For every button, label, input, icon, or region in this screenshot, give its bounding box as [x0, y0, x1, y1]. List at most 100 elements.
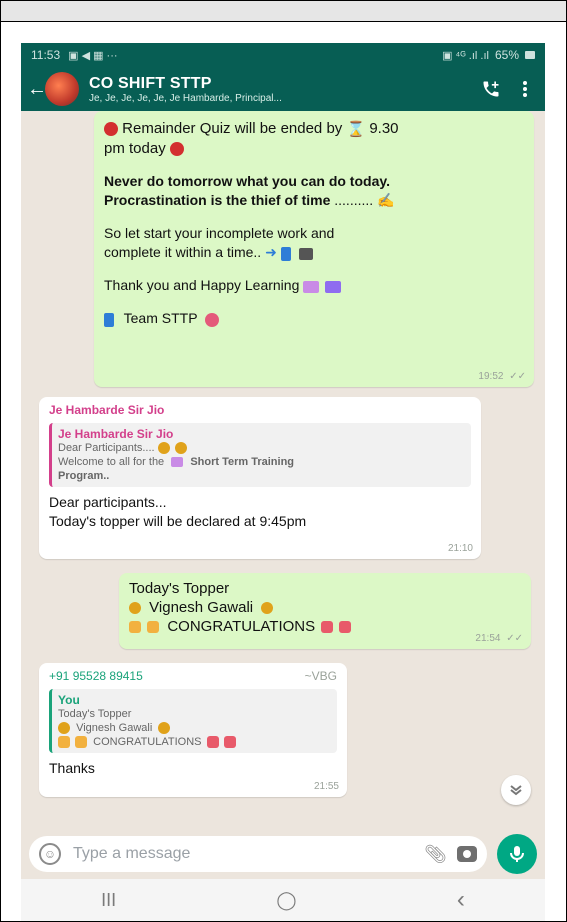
camera-icon[interactable] — [457, 846, 477, 862]
m3-l1: Today's Topper — [129, 580, 230, 597]
m1-p2l2: Procrastination is the thief of time ...… — [104, 191, 524, 211]
medal-icon — [157, 442, 170, 455]
read-ticks-icon: ✓✓ — [509, 371, 526, 382]
add-call-svg — [483, 81, 499, 97]
mic-icon[interactable] — [497, 834, 537, 874]
m4-quote-l2: Vignesh Gawali — [58, 721, 331, 735]
m4-body: Thanks — [49, 760, 95, 776]
medal-icon-m4b — [158, 722, 171, 735]
flower-icon-m4 — [206, 736, 219, 749]
screenshot-frame: 11:53 ▣ ◀ ▦ ··· ▣ ⁴ᴳ .ıl .ıl 65% ← CO SH… — [0, 0, 567, 922]
more-vert-svg — [523, 81, 527, 97]
chat-title: CO SHIFT STTP — [89, 74, 212, 92]
m2-quote-l2: Welcome to all for the Short Term Traini… — [58, 455, 465, 469]
group-avatar[interactable] — [45, 72, 79, 106]
camera-lens — [463, 850, 471, 858]
flower-icon-m4b — [223, 736, 236, 749]
more-vert-icon[interactable] — [511, 80, 539, 98]
chat-area[interactable]: Remainder Quiz will be ended by ⌛ 9.30 p… — [21, 111, 545, 836]
status-bar: 11:53 ▣ ◀ ▦ ··· ▣ ⁴ᴳ .ıl .ıl 65% — [21, 43, 545, 67]
chat-subtitle: Je, Je, Je, Je, Je, Je Hambarde, Princip… — [89, 92, 282, 104]
m2-quoted-message[interactable]: Je Hambarde Sir Jio Dear Participants...… — [49, 423, 471, 487]
message-input[interactable] — [71, 844, 415, 864]
phone-screen: 11:53 ▣ ◀ ▦ ··· ▣ ⁴ᴳ .ıl .ıl 65% ← CO SH… — [21, 43, 545, 921]
rocket-icon — [325, 280, 342, 293]
m3-l2-text: Vignesh Gawali — [149, 599, 254, 616]
red-circle-icon-2 — [169, 141, 184, 156]
add-call-icon[interactable] — [471, 79, 511, 99]
m1-time: 19:52 ✓✓ — [478, 371, 526, 382]
m2-quote-l1: Dear Participants.... — [58, 441, 465, 455]
read-ticks-icon-m3: ✓✓ — [506, 633, 523, 644]
attach-icon[interactable]: 📎︎ — [424, 844, 447, 865]
m4-quote-l3-text: CONGRATULATIONS — [93, 736, 202, 748]
message-input-box[interactable]: ☺ 📎︎ — [29, 836, 487, 872]
m1-line1: Remainder Quiz will be ended by ⌛ 9.30 — [104, 119, 524, 139]
status-left-icons: ▣ ◀ ▦ ··· — [68, 49, 118, 62]
m3-l2: Vignesh Gawali — [129, 598, 521, 617]
m1-para2: Never do tomorrow what you can do today.… — [104, 172, 524, 211]
message-bubble-2[interactable]: Je Hambarde Sir Jio Je Hambarde Sir Jio … — [39, 397, 481, 559]
back-button[interactable]: ‹ — [457, 886, 465, 914]
clap-icon-m4 — [58, 736, 70, 749]
recent-apps-button[interactable]: III — [101, 890, 116, 911]
m3-l3-text: CONGRATULATIONS — [167, 618, 316, 635]
m2-time: 21:10 — [447, 543, 473, 554]
m4-quote-l3: CONGRATULATIONS — [58, 735, 331, 749]
m1-para4: Thank you and Happy Learning — [104, 276, 524, 295]
m1-text2: pm today — [104, 139, 166, 157]
m2-quote-l2-text: Welcome to all for the — [58, 456, 165, 468]
m1-p3l1: So let start your incomplete work and — [104, 225, 335, 242]
m4-quote-l2-text: Vignesh Gawali — [76, 722, 153, 734]
message-bubble-3[interactable]: Today's Topper Vignesh Gawali CONGRATULA… — [119, 573, 531, 649]
memo-icon-small — [171, 457, 184, 468]
m4-quoted-message[interactable]: You Today's Topper Vignesh Gawali CONGRA… — [49, 689, 337, 753]
medal-icon-m3 — [129, 602, 141, 615]
film-icon — [298, 247, 313, 260]
top-strip — [1, 1, 566, 22]
m1-p4-text: Thank you and Happy Learning — [104, 277, 300, 294]
m1-p2l2-dots: .......... — [334, 191, 374, 208]
m1-line2: pm today — [104, 139, 524, 158]
battery-icon — [525, 51, 535, 59]
memo-icon — [303, 280, 320, 293]
m2-quote-l1-text: Dear Participants.... — [58, 442, 155, 454]
target-icon — [205, 312, 220, 327]
mobile-phone-icon — [104, 312, 114, 327]
medal-icon-2 — [174, 442, 187, 455]
composer-bar: ☺ 📎︎ — [21, 833, 545, 875]
m1-p2l1: Never do tomorrow what you can do today. — [104, 172, 390, 189]
m4-sender-row: +91 95528 89415 ~VBG — [49, 669, 337, 683]
m4-quote-l1: Today's Topper — [58, 708, 132, 720]
m4-sender-tag: ~VBG — [304, 669, 337, 683]
m1-p4: Thank you and Happy Learning — [104, 276, 524, 295]
m1-p3l2: complete it within a time.. ➜ — [104, 243, 524, 262]
status-right-icons: ▣ ⁴ᴳ .ıl .ıl — [442, 49, 489, 62]
m1-p3l2-text: complete it within a time.. — [104, 244, 262, 261]
chat-header: ← CO SHIFT STTP Je, Je, Je, Je, Je, Je H… — [21, 67, 545, 111]
scroll-down-icon[interactable] — [501, 775, 531, 805]
phone-icon — [280, 246, 291, 261]
message-bubble-1[interactable]: Remainder Quiz will be ended by ⌛ 9.30 p… — [94, 111, 534, 387]
clap-icon-m4b — [75, 736, 88, 749]
home-button[interactable]: ◯ — [276, 890, 296, 911]
back-arrow-icon[interactable]: ← — [27, 78, 47, 101]
m2-body-l2: Today's topper will be declared at 9:45p… — [49, 513, 307, 529]
message-bubble-4[interactable]: +91 95528 89415 ~VBG You Today's Topper … — [39, 663, 347, 797]
writing-hand-icon: ✍ — [377, 192, 395, 209]
emoji-icon[interactable]: ☺ — [39, 843, 61, 865]
m1-text1: Remainder Quiz will be ended by — [122, 120, 343, 137]
header-title-wrap[interactable]: CO SHIFT STTP Je, Je, Je, Je, Je, Je Ham… — [89, 75, 471, 104]
medal-icon-m4 — [58, 722, 70, 735]
m3-time: 21:54 ✓✓ — [475, 633, 523, 644]
m2-quote-sender: Je Hambarde Sir Jio — [58, 427, 174, 441]
m3-time-text: 21:54 — [475, 633, 501, 644]
red-circle-icon — [104, 122, 118, 137]
battery-text: 65% — [494, 48, 519, 62]
m2-quote-l3: Program.. — [58, 470, 110, 482]
m1-p5: Team STTP — [104, 309, 524, 328]
arrow-right-icon: ➜ — [265, 244, 277, 261]
m1-para5: Team STTP — [104, 309, 524, 328]
m1-text1b: 9.30 — [369, 120, 399, 137]
m2-sender: Je Hambarde Sir Jio — [49, 403, 165, 417]
